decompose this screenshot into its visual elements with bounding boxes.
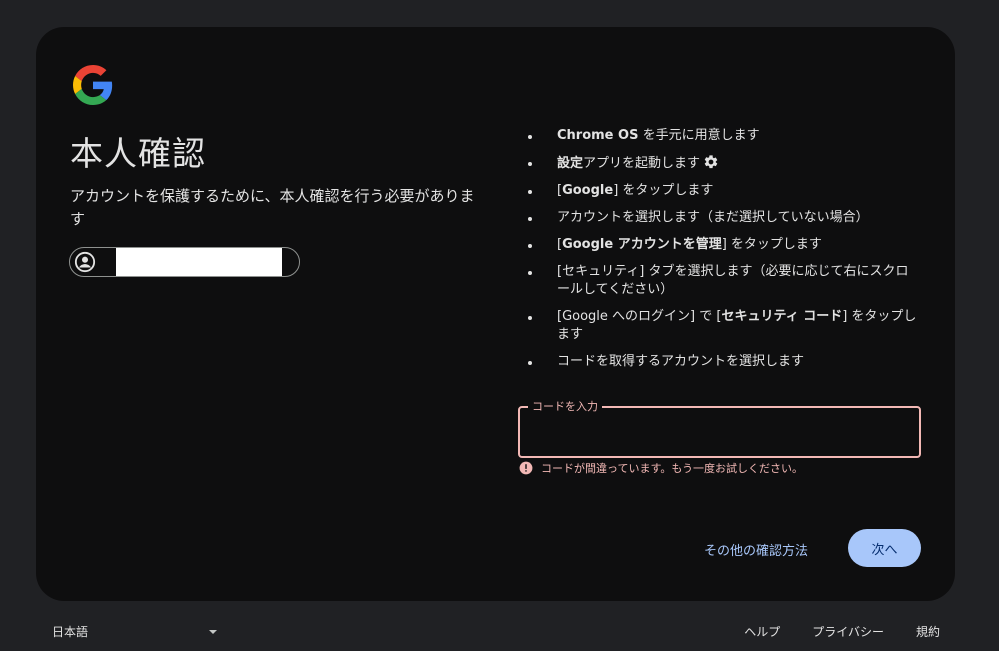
instruction-step: [Google アカウントを管理] をタップします (520, 236, 920, 254)
account-email (116, 248, 282, 276)
instruction-step: [Google] をタップします (520, 182, 920, 200)
terms-link[interactable]: 規約 (916, 623, 940, 640)
instruction-step: アカウントを選択します（まだ選択していない場合） (520, 209, 920, 227)
signin-card: 本人確認 アカウントを保護するために、本人確認を行う必要があります Chrome… (36, 27, 955, 601)
footer-links: ヘルプ プライバシー 規約 (744, 623, 940, 640)
code-field: コードを入力 (518, 398, 921, 458)
instruction-step: [Google へのログイン] で [セキュリティ コード] をタップします (520, 308, 920, 344)
language-selector[interactable]: 日本語 (52, 623, 217, 640)
help-link[interactable]: ヘルプ (744, 623, 780, 640)
error-text: コードが間違っています。もう一度お試しください。 (541, 462, 804, 475)
account-chip[interactable] (69, 247, 300, 277)
gear-icon (704, 155, 718, 169)
code-input[interactable] (520, 408, 919, 456)
other-methods-button[interactable]: その他の確認方法 (696, 535, 816, 563)
instruction-step: Chrome OS を手元に用意します (520, 127, 920, 145)
privacy-link[interactable]: プライバシー (812, 623, 884, 640)
page-title: 本人確認 (70, 134, 206, 173)
error-icon (519, 461, 533, 475)
chevron-down-icon (209, 629, 217, 634)
error-message: コードが間違っています。もう一度お試しください。 (519, 460, 803, 476)
instruction-list: Chrome OS を手元に用意します 設定アプリを起動します [Google]… (520, 127, 920, 380)
language-label: 日本語 (52, 625, 89, 639)
instruction-step: 設定アプリを起動します (520, 154, 920, 173)
account-circle-icon (74, 251, 96, 273)
instruction-step: コードを取得するアカウントを選択します (520, 353, 920, 371)
next-button[interactable]: 次へ (848, 529, 921, 567)
instruction-step: [セキュリティ] タブを選択します（必要に応じて右にスクロールしてください） (520, 263, 920, 299)
page-subtitle: アカウントを保護するために、本人確認を行う必要があります (70, 187, 475, 228)
google-logo-icon (73, 65, 113, 105)
footer: 日本語 ヘルプ プライバシー 規約 (0, 615, 999, 645)
code-field-label: コードを入力 (528, 398, 602, 414)
